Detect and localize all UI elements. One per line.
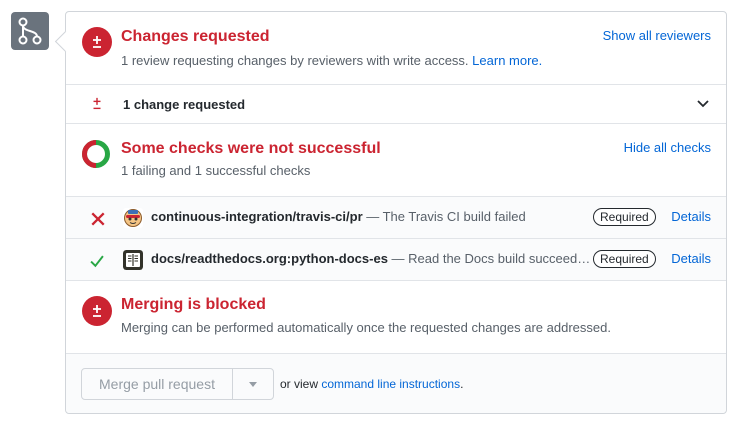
check-row: docs/readthedocs.org:python-docs-es — Re… bbox=[66, 239, 726, 281]
checks-status-description: 1 failing and 1 successful checks bbox=[121, 163, 311, 178]
checks-status-section: Some checks were not successful 1 failin… bbox=[66, 124, 726, 197]
merge-pull-request-button[interactable]: Merge pull request bbox=[82, 369, 233, 399]
git-branch-badge bbox=[11, 12, 49, 50]
change-summary-toggle[interactable]: 1 change requested bbox=[66, 85, 726, 124]
or-view-text: or view bbox=[280, 377, 322, 391]
merge-blocked-icon bbox=[82, 296, 112, 326]
changes-requested-icon bbox=[82, 27, 112, 57]
merge-method-dropdown[interactable] bbox=[233, 369, 273, 399]
x-fail-icon bbox=[91, 212, 105, 226]
required-badge: Required bbox=[593, 208, 656, 226]
checks-status-title: Some checks were not successful bbox=[121, 140, 381, 157]
merge-button-group: Merge pull request bbox=[81, 368, 274, 400]
check-message: — Read the Docs build succeeded! bbox=[387, 251, 591, 266]
merge-status-title: Merging is blocked bbox=[121, 296, 266, 313]
required-badge: Required bbox=[593, 250, 656, 268]
check-details-link[interactable]: Details bbox=[671, 251, 711, 266]
learn-more-link[interactable]: Learn more. bbox=[472, 53, 542, 68]
git-branch-icon bbox=[18, 17, 42, 45]
check-details-link[interactable]: Details bbox=[671, 209, 711, 224]
checks-donut-icon bbox=[82, 140, 110, 168]
readthedocs-avatar bbox=[123, 250, 143, 270]
review-status-description: 1 review requesting changes by reviewers… bbox=[121, 53, 542, 68]
caret-down-icon bbox=[249, 381, 257, 387]
show-all-reviewers-link[interactable]: Show all reviewers bbox=[603, 28, 711, 43]
hide-all-checks-link[interactable]: Hide all checks bbox=[624, 140, 711, 155]
change-summary-label: 1 change requested bbox=[123, 97, 246, 112]
command-line-hint: or view command line instructions. bbox=[280, 377, 463, 391]
check-name: continuous-integration/travis-ci/pr bbox=[151, 209, 363, 224]
check-row: continuous-integration/travis-ci/pr — Th… bbox=[66, 197, 726, 239]
plus-minus-icon bbox=[93, 97, 101, 110]
merge-status-description: Merging can be performed automatically o… bbox=[121, 320, 611, 335]
merge-status-section: Merging is blocked Merging can be perfor… bbox=[66, 281, 726, 354]
check-message: — The Travis CI build failed bbox=[362, 209, 526, 224]
review-description-text: 1 review requesting changes by reviewers… bbox=[121, 53, 469, 68]
travis-ci-avatar bbox=[123, 208, 143, 228]
check-description: continuous-integration/travis-ci/pr — Th… bbox=[151, 209, 591, 224]
check-description: docs/readthedocs.org:python-docs-es — Re… bbox=[151, 251, 591, 266]
period-text: . bbox=[460, 377, 464, 391]
chevron-down-icon[interactable] bbox=[697, 99, 709, 109]
check-success-icon bbox=[90, 255, 104, 268]
check-name: docs/readthedocs.org:python-docs-es bbox=[151, 251, 388, 266]
review-status-section: Changes requested 1 review requesting ch… bbox=[66, 12, 726, 85]
merge-actions: Merge pull request or view command line … bbox=[66, 354, 726, 413]
review-status-title: Changes requested bbox=[121, 28, 270, 45]
command-line-instructions-link[interactable]: command line instructions bbox=[321, 377, 460, 391]
merge-status-panel: Changes requested 1 review requesting ch… bbox=[65, 11, 727, 414]
